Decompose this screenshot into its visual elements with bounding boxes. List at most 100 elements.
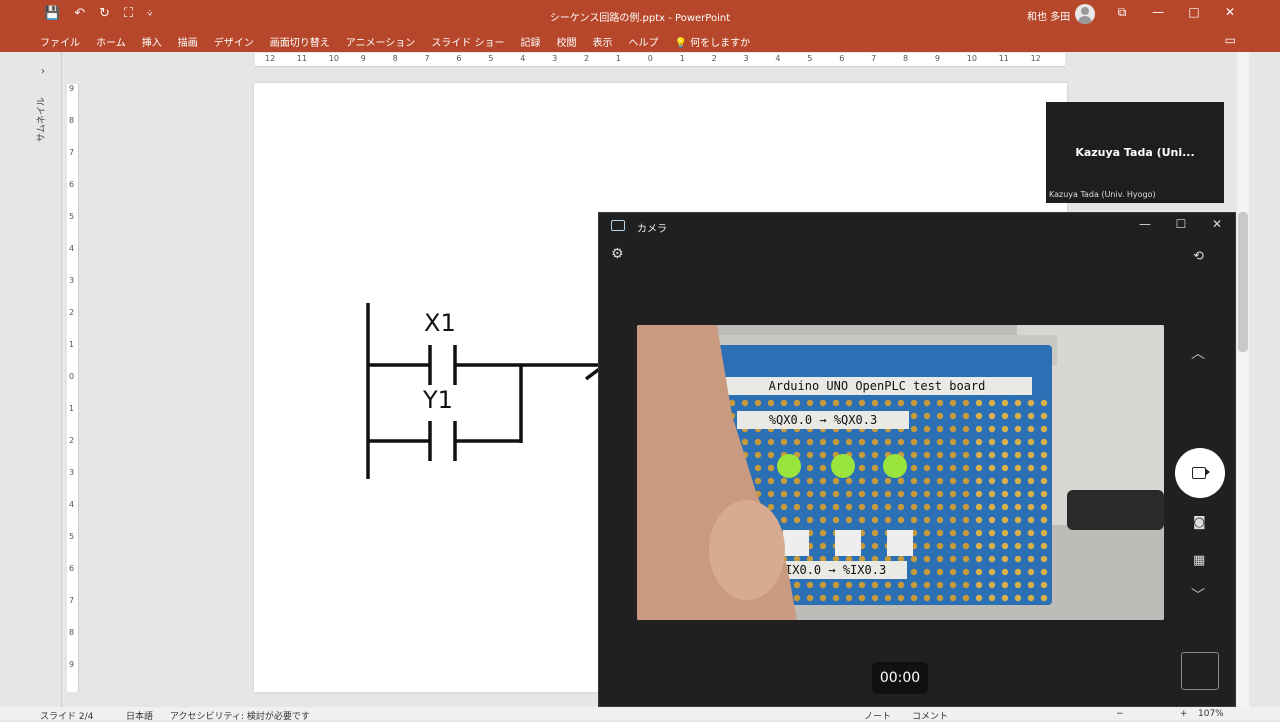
pcb-hole <box>1001 399 1009 407</box>
gallery-thumbnail[interactable] <box>1181 652 1219 690</box>
tab-view[interactable]: 表示 <box>593 34 613 49</box>
hruler-tick: 11 <box>296 54 308 63</box>
pcb-hole <box>1027 581 1035 589</box>
pcb-hole <box>871 490 879 498</box>
pcb-hole <box>767 438 775 446</box>
vruler-tick: 6 <box>69 180 75 189</box>
camera-close-button[interactable]: ✕ <box>1209 217 1225 231</box>
pcb-hole <box>871 529 879 537</box>
scrollbar-thumb[interactable] <box>1238 212 1248 352</box>
user-name[interactable]: 和也 多田 <box>1027 8 1070 23</box>
pcb-hole <box>754 438 762 446</box>
qr-scan-icon[interactable]: ▦ <box>1193 553 1205 568</box>
tab-review[interactable]: 校閲 <box>557 34 577 49</box>
camera-settings-icon[interactable]: ⚙ <box>611 246 624 262</box>
pcb-hole <box>884 581 892 589</box>
pcb-hole <box>936 516 944 524</box>
user-avatar-icon[interactable] <box>1075 4 1095 24</box>
comments-button[interactable]: コメント <box>912 709 948 722</box>
zoom-level[interactable]: 107% <box>1198 709 1224 719</box>
horizontal-ruler: 12 11 10 9 8 7 6 5 4 3 2 1 0 1 2 3 4 5 6 7 8 9 10 11 12 <box>255 53 1065 67</box>
pcb-hole <box>936 529 944 537</box>
pcb-hole <box>806 438 814 446</box>
pcb-hole <box>858 438 866 446</box>
camera-maximize-button[interactable]: ☐ <box>1173 217 1189 231</box>
vruler-tick: 1 <box>69 404 75 413</box>
tab-home[interactable]: ホーム <box>96 34 126 49</box>
pcb-hole <box>988 516 996 524</box>
pcb-hole <box>975 399 983 407</box>
switch-camera-icon[interactable]: ⟲ <box>1193 249 1204 264</box>
pcb-hole <box>1040 594 1048 602</box>
tab-transitions[interactable]: 画面切り替え <box>270 34 330 49</box>
camera-minimize-button[interactable]: — <box>1137 217 1153 231</box>
pcb-hole <box>819 399 827 407</box>
pcb-hole <box>1014 438 1022 446</box>
slide-indicator[interactable]: スライド 2/4 <box>40 709 93 722</box>
vruler-tick: 8 <box>69 116 75 125</box>
pcb-hole <box>1027 516 1035 524</box>
hruler-tick: 4 <box>775 54 781 63</box>
pcb-hole <box>949 503 957 511</box>
pcb-hole <box>936 555 944 563</box>
tab-draw[interactable]: 描画 <box>178 34 198 49</box>
pcb-hole <box>1014 399 1022 407</box>
ribbon-display-icon[interactable]: ⧉ <box>1112 5 1132 20</box>
tab-insert[interactable]: 挿入 <box>142 34 162 49</box>
editor-scrollbar[interactable] <box>1237 52 1249 707</box>
tab-file[interactable]: ファイル <box>40 34 80 49</box>
thumbnail-pane-label[interactable]: サムネイル <box>34 97 47 142</box>
pcb-hole <box>936 464 944 472</box>
scroll-modes-down-icon[interactable]: ﹀ <box>1191 585 1205 605</box>
expand-thumbnails-icon[interactable]: › <box>41 66 45 77</box>
video-record-button[interactable] <box>1175 448 1225 498</box>
pcb-hole <box>897 581 905 589</box>
pcb-hole <box>806 516 814 524</box>
close-button[interactable]: ✕ <box>1220 5 1240 19</box>
pcb-hole <box>767 490 775 498</box>
vruler-tick: 8 <box>69 628 75 637</box>
pcb-hole <box>1014 542 1022 550</box>
pcb-hole <box>923 581 931 589</box>
notes-button[interactable]: ノート <box>864 709 891 722</box>
pcb-hole <box>832 490 840 498</box>
vruler-tick: 9 <box>69 84 75 93</box>
vruler-tick: 0 <box>69 372 75 381</box>
pcb-hole <box>1040 477 1048 485</box>
language-indicator[interactable]: 日本語 <box>126 709 153 722</box>
pcb-hole <box>897 516 905 524</box>
pcb-hole <box>793 594 801 602</box>
pcb-hole <box>1027 412 1035 420</box>
pcb-hole <box>923 477 931 485</box>
pcb-hole <box>858 399 866 407</box>
zoom-in-button[interactable]: + <box>1180 709 1188 719</box>
meeting-video-tile[interactable]: Kazuya Tada (Uni... Kazuya Tada (Univ. H… <box>1046 102 1224 203</box>
zoom-out-button[interactable]: − <box>1116 709 1124 719</box>
tab-design[interactable]: デザイン <box>214 34 254 49</box>
pcb-hole <box>858 464 866 472</box>
hruler-tick: 8 <box>903 54 909 63</box>
accessibility-status[interactable]: アクセシビリティ: 検討が必要です <box>170 709 310 722</box>
pcb-hole <box>806 503 814 511</box>
pcb-hole <box>923 412 931 420</box>
photo-mode-icon[interactable]: ◙ <box>1193 515 1206 530</box>
pcb-hole <box>741 399 749 407</box>
vruler-tick: 7 <box>69 148 75 157</box>
ribbon: ファイル ホーム 挿入 描画 デザイン 画面切り替え アニメーション スライド … <box>0 30 1280 52</box>
pcb-hole <box>910 425 918 433</box>
minimize-button[interactable]: — <box>1148 5 1168 19</box>
pcb-hole <box>793 477 801 485</box>
pcb-hole <box>884 594 892 602</box>
scroll-modes-up-icon[interactable]: ︿ <box>1191 343 1205 363</box>
vruler-tick: 2 <box>69 436 75 445</box>
maximize-button[interactable]: □ <box>1184 5 1204 19</box>
participant-full-name: Kazuya Tada (Univ. Hyogo) <box>1049 190 1156 199</box>
pcb-hole <box>949 529 957 537</box>
pcb-hole <box>910 438 918 446</box>
tab-record[interactable]: 記録 <box>521 34 541 49</box>
tab-help[interactable]: ヘルプ <box>629 34 659 49</box>
tab-slideshow[interactable]: スライド ショー <box>431 34 504 49</box>
comment-icon[interactable]: ▭ <box>1225 33 1236 47</box>
tab-animations[interactable]: アニメーション <box>346 34 416 49</box>
tell-me-search[interactable]: 💡 何をしますか <box>675 34 751 49</box>
